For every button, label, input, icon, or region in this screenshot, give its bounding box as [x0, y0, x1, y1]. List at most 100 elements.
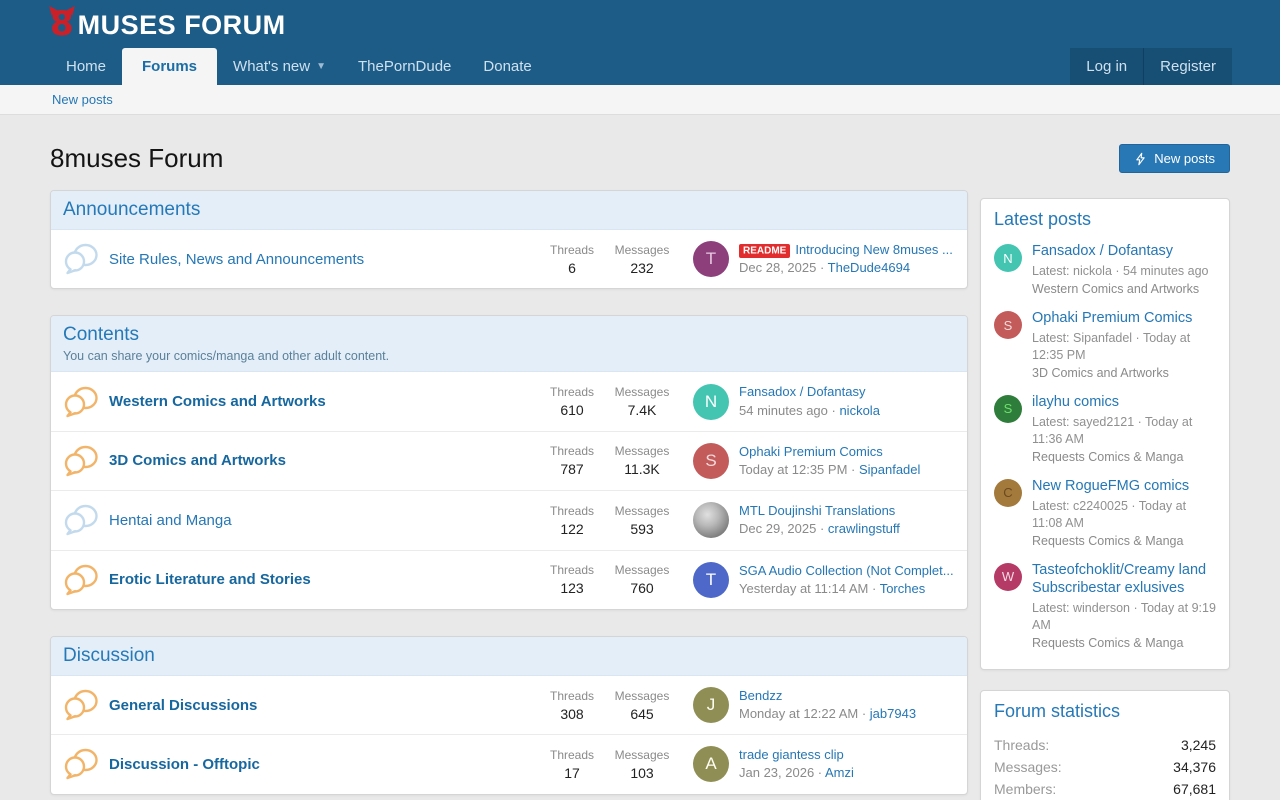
forum-title-link[interactable]: Western Comics and Artworks: [109, 393, 537, 410]
avatar[interactable]: S: [994, 395, 1022, 423]
block-contents: Contents You can share your comics/manga…: [50, 315, 968, 610]
forum-title-link[interactable]: Hentai and Manga: [109, 512, 537, 529]
avatar[interactable]: S: [994, 311, 1022, 339]
nav-home[interactable]: Home: [50, 48, 122, 85]
threads-value: 6: [537, 260, 607, 276]
forum-title-link[interactable]: Site Rules, News and Announcements: [109, 251, 537, 268]
messages-stat: Messages 11.3K: [607, 444, 677, 477]
login-button[interactable]: Log in: [1070, 48, 1143, 85]
site-logo[interactable]: 8 MUSES FORUM: [50, 9, 286, 40]
block-header: Discussion: [51, 637, 967, 676]
avatar[interactable]: A: [693, 746, 729, 782]
latest-post: SGA Audio Collection (Not Complet... Yes…: [739, 562, 955, 598]
forum-bubbles-icon: [63, 386, 99, 418]
logo-devil-eight-icon: 8: [50, 9, 74, 40]
latest-user-link[interactable]: Amzi: [825, 765, 854, 780]
latest-thread-link[interactable]: Fansadox / Dofantasy: [739, 384, 865, 399]
avatar[interactable]: N: [693, 384, 729, 420]
messages-value: 11.3K: [607, 461, 677, 477]
list-item[interactable]: C New RogueFMG comics Latest: c2240025 ·…: [994, 477, 1216, 548]
threads-label: Threads: [537, 385, 607, 399]
stats-row-members: Members: 67,681: [994, 778, 1216, 800]
avatar[interactable]: C: [994, 479, 1022, 507]
avatar[interactable]: [693, 502, 729, 538]
avatar[interactable]: S: [693, 443, 729, 479]
latest-date: Today at 12:35 PM ·: [739, 462, 859, 477]
forum-row-general-discussions[interactable]: General Discussions Threads 308 Messages…: [51, 676, 967, 734]
lightning-bolt-icon: [1134, 152, 1147, 166]
latest-category: Requests Comics & Manga: [1032, 534, 1216, 548]
threads-value: 610: [537, 402, 607, 418]
forum-row-western-comics[interactable]: Western Comics and Artworks Threads 610 …: [51, 372, 967, 430]
latest-category: Requests Comics & Manga: [1032, 636, 1216, 650]
forum-title-link[interactable]: General Discussions: [109, 697, 537, 714]
threads-label: Threads: [537, 243, 607, 257]
nav-forums[interactable]: Forums: [122, 48, 217, 85]
block-title[interactable]: Contents: [63, 324, 955, 346]
avatar[interactable]: T: [693, 562, 729, 598]
block-title[interactable]: Announcements: [63, 199, 955, 221]
forum-row-site-rules[interactable]: Site Rules, News and Announcements Threa…: [51, 230, 967, 288]
latest-thread-link[interactable]: Ophaki Premium Comics: [739, 444, 883, 459]
avatar[interactable]: N: [994, 244, 1022, 272]
forum-row-discussion-offtopic[interactable]: Discussion - Offtopic Threads 17 Message…: [51, 734, 967, 793]
latest-thread-link[interactable]: Fansadox / Dofantasy: [1032, 243, 1173, 259]
block-header: Contents You can share your comics/manga…: [51, 316, 967, 372]
nav-theporndude[interactable]: ThePornDude: [342, 48, 467, 85]
threads-label: Threads: [537, 748, 607, 762]
latest-user-link[interactable]: Torches: [880, 581, 926, 596]
list-item[interactable]: S ilayhu comics Latest: sayed2121 · Toda…: [994, 393, 1216, 464]
widget-title[interactable]: Latest posts: [994, 209, 1216, 230]
new-posts-button[interactable]: New posts: [1119, 144, 1230, 173]
threads-stat: Threads 17: [537, 748, 607, 781]
nav-donate[interactable]: Donate: [467, 48, 547, 85]
forum-title-link[interactable]: 3D Comics and Artworks: [109, 452, 537, 469]
threads-value: 787: [537, 461, 607, 477]
threads-label: Threads: [537, 444, 607, 458]
threads-stat: Threads 6: [537, 243, 607, 276]
messages-label: Messages: [607, 504, 677, 518]
latest-thread-link[interactable]: MTL Doujinshi Translations: [739, 503, 895, 518]
latest-thread-link[interactable]: ilayhu comics: [1032, 394, 1119, 410]
messages-label: Messages: [607, 243, 677, 257]
latest-user-link[interactable]: TheDude4694: [828, 260, 910, 275]
latest-user-link[interactable]: crawlingstuff: [828, 521, 900, 536]
list-item[interactable]: S Ophaki Premium Comics Latest: Sipanfad…: [994, 309, 1216, 380]
forum-row-erotic-literature[interactable]: Erotic Literature and Stories Threads 12…: [51, 550, 967, 609]
forum-title-link[interactable]: Erotic Literature and Stories: [109, 571, 537, 588]
latest-user-link[interactable]: jab7943: [870, 706, 916, 721]
avatar[interactable]: T: [693, 241, 729, 277]
list-item[interactable]: W Tasteofchoklit/Creamy land Subscribest…: [994, 561, 1216, 650]
main-nav: Home Forums What's new ▼ ThePornDude Don…: [0, 48, 1280, 85]
avatar[interactable]: J: [693, 687, 729, 723]
forum-bubbles-icon: [63, 243, 99, 275]
latest-post: trade giantess clip Jan 23, 2026 · Amzi: [739, 746, 955, 782]
forum-row-hentai-manga[interactable]: Hentai and Manga Threads 122 Messages 59…: [51, 490, 967, 549]
latest-thread-link[interactable]: Bendzz: [739, 688, 782, 703]
latest-meta: Latest: Sipanfadel · Today at 12:35 PM: [1032, 330, 1216, 364]
forum-title-link[interactable]: Discussion - Offtopic: [109, 756, 537, 773]
subnav-new-posts-link[interactable]: New posts: [52, 92, 113, 107]
register-button[interactable]: Register: [1143, 48, 1232, 85]
latest-thread-link[interactable]: New RogueFMG comics: [1032, 478, 1189, 494]
stats-label: Members:: [994, 781, 1056, 797]
threads-stat: Threads 122: [537, 504, 607, 537]
forum-bubbles-icon: [63, 689, 99, 721]
nav-whats-new[interactable]: What's new ▼: [217, 48, 342, 85]
latest-thread-link[interactable]: Tasteofchoklit/Creamy land Subscribestar…: [1032, 562, 1206, 596]
latest-user-link[interactable]: Sipanfadel: [859, 462, 920, 477]
latest-thread-link[interactable]: Ophaki Premium Comics: [1032, 310, 1192, 326]
latest-date: 54 minutes ago ·: [739, 403, 839, 418]
latest-category: Western Comics and Artworks: [1032, 282, 1209, 296]
latest-thread-link[interactable]: SGA Audio Collection (Not Complet...: [739, 563, 954, 578]
avatar[interactable]: W: [994, 563, 1022, 591]
latest-meta: Latest: c2240025 · Today at 11:08 AM: [1032, 498, 1216, 532]
forum-row-3d-comics[interactable]: 3D Comics and Artworks Threads 787 Messa…: [51, 431, 967, 490]
latest-thread-link[interactable]: Introducing New 8muses ...: [795, 242, 953, 257]
latest-user-link[interactable]: nickola: [839, 403, 879, 418]
block-title[interactable]: Discussion: [63, 645, 955, 667]
block-announcements: Announcements Site Rules, News and Annou…: [50, 190, 968, 289]
list-item[interactable]: N Fansadox / Dofantasy Latest: nickola ·…: [994, 242, 1216, 296]
latest-thread-link[interactable]: trade giantess clip: [739, 747, 844, 762]
messages-label: Messages: [607, 689, 677, 703]
